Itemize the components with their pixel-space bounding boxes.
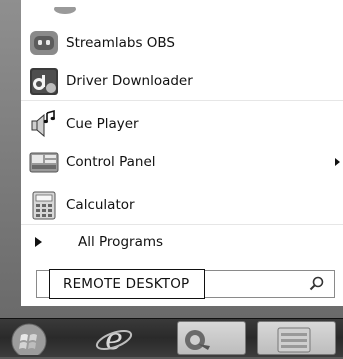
all-programs-label: All Programs xyxy=(78,234,164,250)
file-explorer-icon xyxy=(258,327,335,358)
separator xyxy=(21,224,343,225)
menu-item-label: Cue Player xyxy=(66,116,139,132)
control-panel-icon xyxy=(29,147,59,177)
expand-arrow-icon xyxy=(35,237,42,247)
start-menu: Streamlabs OBS Driver Downloader Cue Pla… xyxy=(21,0,343,306)
start-button[interactable] xyxy=(2,321,56,359)
calculator-icon xyxy=(29,190,59,220)
driver-app-icon xyxy=(178,330,245,358)
separator xyxy=(21,100,343,101)
streamlabs-obs-icon xyxy=(29,28,59,58)
menu-item-calculator[interactable]: Calculator xyxy=(21,186,343,224)
taskbar-internet-explorer-button[interactable]: e xyxy=(94,321,134,357)
cue-player-icon xyxy=(29,109,59,139)
partial-item-icon xyxy=(51,0,85,14)
menu-item-cue-player[interactable]: Cue Player xyxy=(21,105,343,143)
all-programs-button[interactable]: All Programs xyxy=(21,226,343,258)
menu-item-label: Driver Downloader xyxy=(66,73,193,89)
driver-downloader-icon xyxy=(29,66,59,96)
search-callout-label: REMOTE DESKTOP xyxy=(49,269,205,299)
start-orb-icon xyxy=(2,323,56,359)
menu-item-label: Calculator xyxy=(66,197,135,213)
taskbar-driver-app-button[interactable] xyxy=(177,321,246,355)
internet-explorer-icon: e xyxy=(94,322,134,359)
submenu-arrow-icon xyxy=(335,158,340,166)
menu-item-label: Control Panel xyxy=(66,154,156,170)
menu-item-streamlabs-obs[interactable]: Streamlabs OBS xyxy=(21,24,343,62)
search-icon[interactable] xyxy=(308,275,326,293)
menu-item-label: Streamlabs OBS xyxy=(66,35,175,51)
taskbar: e xyxy=(0,318,343,359)
menu-item-driver-downloader[interactable]: Driver Downloader xyxy=(21,62,343,100)
svg-text:e: e xyxy=(105,322,123,355)
menu-item-control-panel[interactable]: Control Panel xyxy=(21,143,343,181)
taskbar-file-explorer-button[interactable] xyxy=(257,321,336,355)
